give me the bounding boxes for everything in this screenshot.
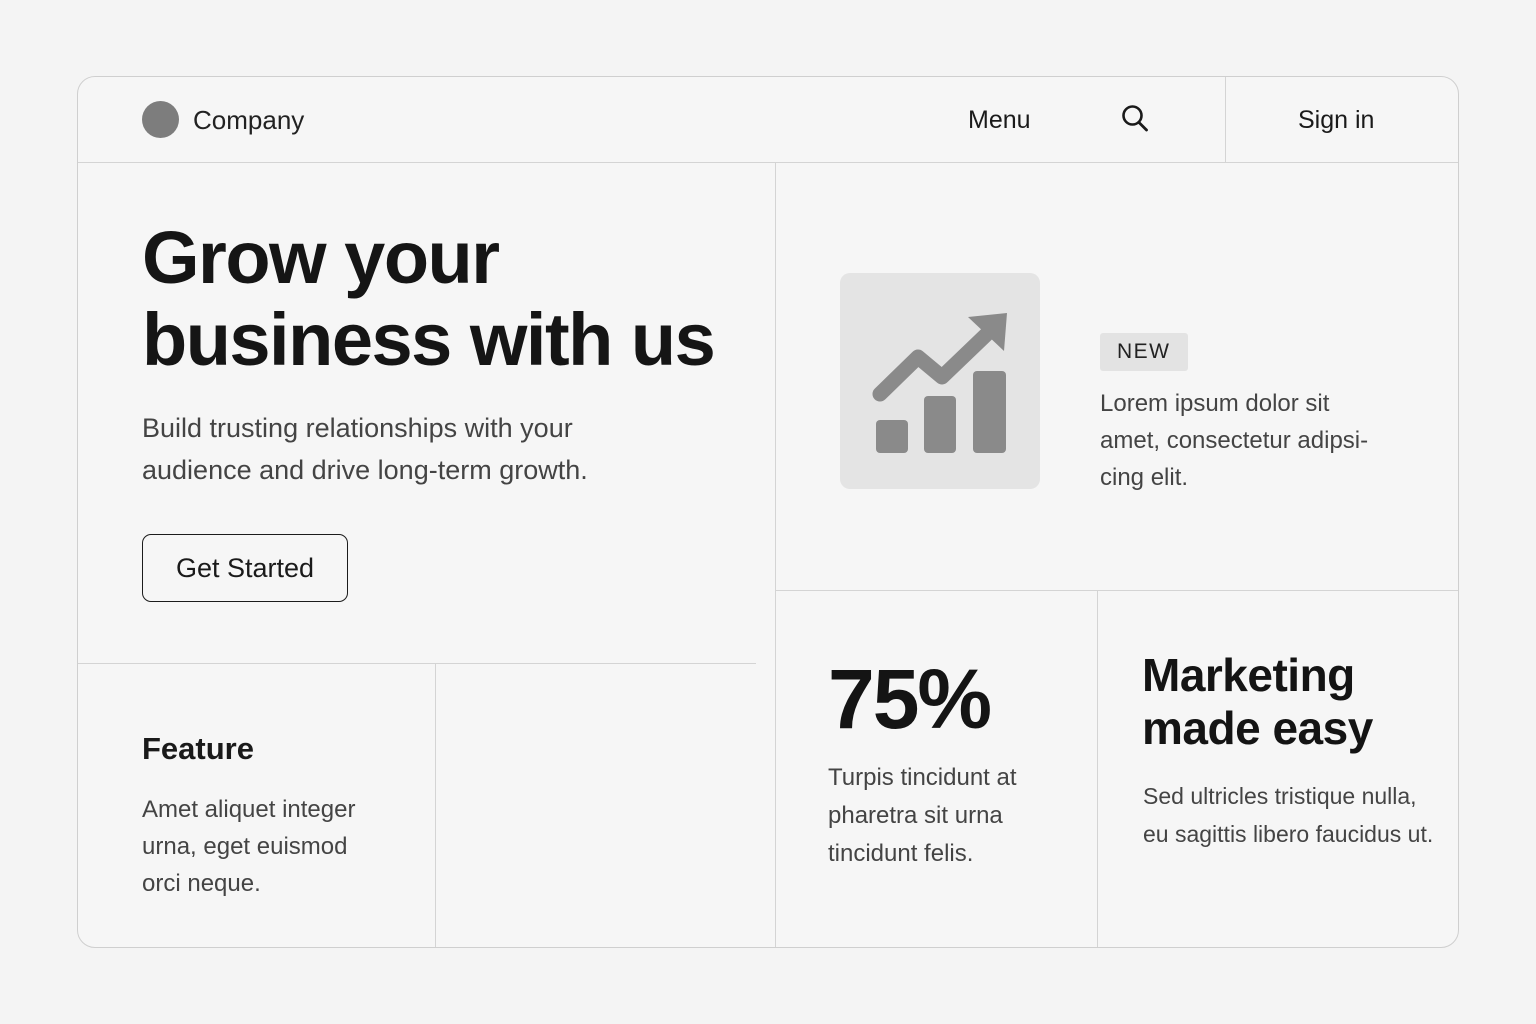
feature-heading: Feature — [142, 731, 254, 766]
feature-panel-text: Lorem ipsum dolor sit amet, consectetur … — [1100, 385, 1410, 496]
feature-panel-text-line-2: amet, consectetur adipsi- — [1100, 427, 1369, 454]
vertical-divider-center — [775, 162, 776, 947]
growth-chart-icon — [840, 273, 1040, 489]
stat-description-line-3: tincidunt felis. — [828, 840, 974, 867]
marketing-title: Marketing made easy — [1142, 649, 1442, 755]
landing-page-card: Company Menu Sign in Grow your business … — [77, 76, 1459, 948]
stat-description: Turpis tincidunt at pharetra sit urna ti… — [828, 759, 1068, 873]
get-started-button[interactable]: Get Started — [142, 534, 348, 602]
header-signin-divider — [1225, 77, 1226, 162]
hero-title-line-2: business with us — [142, 298, 716, 381]
feature-description-line-3: orci neque. — [142, 870, 261, 897]
feature-description: Amet aliquet integer urna, eget euismod … — [142, 791, 402, 902]
company-name[interactable]: Company — [193, 105, 304, 135]
stat-value: 75% — [828, 652, 992, 746]
header-divider — [78, 162, 1458, 163]
right-horizontal-divider — [775, 590, 1458, 591]
feature-description-line-1: Amet aliquet integer — [142, 796, 356, 823]
feature-panel-text-line-1: Lorem ipsum dolor sit — [1100, 390, 1330, 417]
feature-description-line-2: urna, eget euismod — [142, 833, 348, 860]
company-logo[interactable] — [142, 101, 179, 138]
sign-in-button[interactable]: Sign in — [1298, 105, 1374, 135]
left-horizontal-divider — [78, 663, 756, 664]
new-badge: NEW — [1100, 333, 1188, 371]
marketing-title-line-2: made easy — [1142, 702, 1373, 754]
menu-button[interactable]: Menu — [968, 105, 1031, 135]
right-bottom-vertical-divider — [1097, 590, 1098, 947]
hero-title: Grow your business with us — [142, 217, 762, 381]
marketing-description-line-1: Sed ultricles tristique nulla, — [1143, 783, 1417, 809]
hero-subtitle-line-1: Build trusting relationships with your — [142, 413, 573, 443]
marketing-title-line-1: Marketing — [1142, 649, 1355, 701]
marketing-description: Sed ultricles tristique nulla, eu sagitt… — [1143, 777, 1453, 853]
marketing-description-line-2: eu sagittis libero faucidus ut. — [1143, 821, 1434, 847]
feature-panel-text-line-3: cing elit. — [1100, 464, 1189, 491]
hero-subtitle: Build trusting relationships with your a… — [142, 407, 662, 491]
stat-description-line-1: Turpis tincidunt at — [828, 764, 1017, 791]
hero-title-line-1: Grow your — [142, 216, 500, 299]
left-bottom-vertical-divider — [435, 663, 436, 947]
search-icon[interactable] — [1120, 103, 1150, 135]
stat-description-line-2: pharetra sit urna — [828, 802, 1003, 829]
hero-subtitle-line-2: audience and drive long-term growth. — [142, 455, 588, 485]
